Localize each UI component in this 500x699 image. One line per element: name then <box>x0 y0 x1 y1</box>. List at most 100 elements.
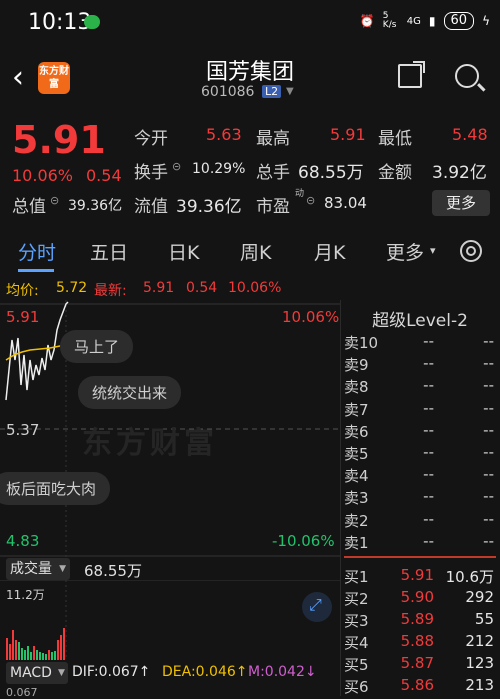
active-tab-indicator <box>18 269 54 272</box>
avg-price-bar: 均价: 5.72 最新: 5.91 0.54 10.06% <box>0 278 340 300</box>
tab-monthly-k[interactable]: 月K <box>314 238 345 265</box>
alarm-icon: ⏰ <box>359 14 375 28</box>
level-price: -- <box>423 531 434 550</box>
bid-row[interactable]: 买6 5.86 213 <box>340 676 500 698</box>
status-bar: 10:13 ⏰ 5 K/s 4G ▮ 60 ϟ <box>0 0 500 46</box>
level-price: -- <box>423 465 434 484</box>
macd-selector[interactable]: MACD ▼ <box>6 662 68 684</box>
level-price: 5.90 <box>400 588 434 606</box>
turnover-label: 换手 <box>134 163 168 183</box>
macd-panel: MACD ▼ DIF:0.067↑ DEA:0.046↑ M:0.042↓ 0.… <box>0 660 340 699</box>
ask-row[interactable]: 卖10 -- -- <box>340 332 500 354</box>
latest-value: 5.91 <box>143 280 175 296</box>
level-label: 卖1 <box>344 533 369 552</box>
signal-label: 4G <box>406 15 421 27</box>
axis-bottom-pct: -10.06% <box>272 532 335 550</box>
axis-mid-price: 5.37 <box>6 421 40 439</box>
info-icon[interactable]: ⊝ <box>50 194 59 207</box>
period-tabs: 分时 五日 日K 周K 月K 更多 ▾ <box>0 228 500 274</box>
level-qty: -- <box>483 465 494 484</box>
chevron-down-icon[interactable]: ▾ <box>430 244 436 257</box>
ask-row[interactable]: 卖3 -- -- <box>340 487 500 509</box>
intraday-chart[interactable]: 东方财富 5.91 10.06% 5.37 4.83 -10.06% 马上了 统… <box>0 300 340 558</box>
level-price: -- <box>423 354 434 373</box>
volume-panel: 成交量 ▼ 68.55万 11.2万 ⤢ <box>0 558 340 660</box>
info-icon[interactable]: ⊝ <box>172 160 181 173</box>
info-icon[interactable]: ⊝ <box>306 194 315 207</box>
gear-icon[interactable] <box>460 240 482 262</box>
bid-row[interactable]: 买4 5.88 212 <box>340 632 500 654</box>
charging-icon: ϟ <box>482 14 490 28</box>
tab-daily-k[interactable]: 日K <box>168 238 199 265</box>
chevron-down-icon[interactable]: ▼ <box>286 86 294 97</box>
level-label: 卖2 <box>344 511 369 530</box>
ask-row[interactable]: 卖9 -- -- <box>340 354 500 376</box>
chevron-down-icon: ▼ <box>59 564 66 574</box>
level-label: 卖4 <box>344 467 369 486</box>
wechat-icon <box>84 15 100 29</box>
level-qty: -- <box>483 443 494 461</box>
level-qty: -- <box>483 420 494 439</box>
level-qty: -- <box>483 398 494 417</box>
level-badge[interactable]: L2 <box>262 85 282 98</box>
bid-row[interactable]: 买3 5.89 55 <box>340 610 500 632</box>
amount-label: 金额 <box>378 163 412 183</box>
net-speed: 5 K/s <box>382 11 397 30</box>
volume-label: 成交量 <box>10 561 52 577</box>
comment-bubble[interactable]: 马上了 <box>60 330 134 363</box>
spread-divider <box>344 556 496 558</box>
comment-bubble[interactable]: 板后面吃大肉 <box>0 472 111 505</box>
expand-icon[interactable]: ⤢ <box>302 592 332 622</box>
level-label: 买4 <box>344 634 369 652</box>
bid-row[interactable]: 买2 5.90 292 <box>340 588 500 610</box>
tab-intraday[interactable]: 分时 <box>18 238 56 265</box>
tab-more[interactable]: 更多 <box>386 238 424 265</box>
watermark: 东方财富 <box>82 426 218 461</box>
level-label: 买5 <box>344 656 369 674</box>
volume-bars <box>0 580 340 660</box>
ask-row[interactable]: 卖8 -- -- <box>340 376 500 398</box>
level-label: 卖6 <box>344 422 369 441</box>
search-icon[interactable] <box>455 64 479 88</box>
turnover-value: 10.29% <box>192 161 246 177</box>
tab-weekly-k[interactable]: 周K <box>240 238 271 265</box>
level-price: -- <box>423 443 434 461</box>
macd-m: M:0.042↓ <box>248 664 317 680</box>
level-label: 卖10 <box>344 334 379 352</box>
ask-row[interactable]: 卖5 -- -- <box>340 443 500 465</box>
volume-selector[interactable]: 成交量 ▼ <box>6 558 70 580</box>
ask-row[interactable]: 卖2 -- -- <box>340 510 500 532</box>
ask-row[interactable]: 卖7 -- -- <box>340 399 500 421</box>
bid-row[interactable]: 买5 5.87 123 <box>340 654 500 676</box>
pe-label: 市盈 <box>256 197 290 217</box>
level-qty: 55 <box>474 610 494 628</box>
share-icon[interactable] <box>398 61 425 88</box>
level-qty: -- <box>483 509 494 528</box>
comment-bubble[interactable]: 统统交出来 <box>78 376 182 409</box>
level-label: 买6 <box>344 678 369 696</box>
signal-icon: ▮ <box>428 14 436 28</box>
amount-value: 3.92亿 <box>432 163 487 183</box>
status-time: 10:13 <box>28 10 92 35</box>
level-label: 卖8 <box>344 378 369 397</box>
macd-axis: 0.067 <box>6 686 38 699</box>
more-button[interactable]: 更多 <box>432 190 490 216</box>
chevron-down-icon: ▼ <box>58 668 65 678</box>
level-qty: 10.6万 <box>445 568 494 586</box>
bid-row[interactable]: 买1 5.91 10.6万 <box>340 566 500 588</box>
level-qty: 213 <box>465 676 494 694</box>
low-label: 最低 <box>378 129 412 149</box>
level-price: -- <box>423 398 434 417</box>
level-qty: -- <box>483 376 494 395</box>
latest-change: 0.54 <box>186 280 218 296</box>
volume-value: 68.55万 <box>84 562 142 580</box>
ask-row[interactable]: 卖6 -- -- <box>340 421 500 443</box>
tab-five-day[interactable]: 五日 <box>90 238 128 265</box>
open-label: 今开 <box>134 129 168 149</box>
level-qty: -- <box>483 531 494 550</box>
ask-row[interactable]: 卖1 -- -- <box>340 532 500 554</box>
level-label: 买1 <box>344 568 369 586</box>
ask-row[interactable]: 卖4 -- -- <box>340 465 500 487</box>
nav-header: ‹ 东方财富 国芳集团 601086 L2 ▼ <box>0 46 500 110</box>
level-price: 5.91 <box>400 566 434 584</box>
